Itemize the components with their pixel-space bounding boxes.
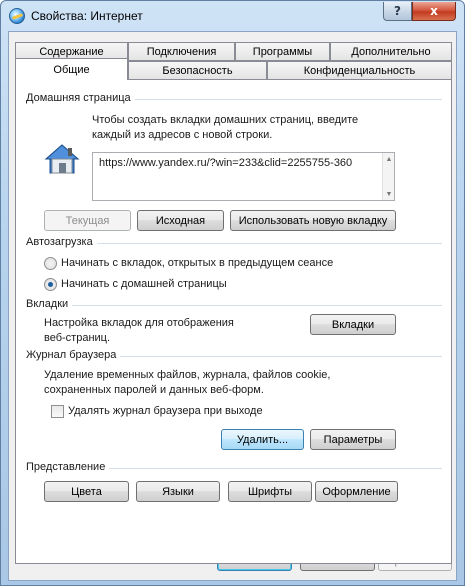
tab-general[interactable]: Общие: [15, 58, 128, 80]
scroll-up-icon[interactable]: ▲: [383, 153, 395, 165]
start-with-previous-tabs-label[interactable]: Начинать с вкладок, открытых в предыдуще…: [61, 256, 333, 271]
appearance-group-label: Представление: [26, 461, 110, 473]
home-group-label: Домашняя страница: [26, 92, 135, 104]
tabs-description-line1: Настройка вкладок для отображения: [44, 317, 234, 329]
tabs-group-label: Вкладки: [26, 298, 73, 310]
window-title: Свойства: Интернет: [31, 9, 143, 23]
startup-group-label: Автозагрузка: [26, 236, 97, 248]
tab-advanced[interactable]: Дополнительно: [330, 42, 452, 61]
history-description-line2: сохраненных паролей и данных веб-форм.: [44, 384, 264, 396]
fonts-button[interactable]: Шрифты: [228, 481, 312, 502]
tabs-group-divider: [26, 305, 442, 306]
url-scrollbar[interactable]: ▲ ▼: [382, 153, 394, 200]
colors-button[interactable]: Цвета: [44, 481, 129, 502]
home-description-line1: Чтобы создать вкладки домашних страниц, …: [92, 114, 359, 126]
languages-button[interactable]: Языки: [136, 481, 220, 502]
dialog-client-area: Содержание Подключения Программы Дополни…: [8, 31, 457, 581]
delete-history-on-exit-checkbox[interactable]: [51, 405, 64, 418]
internet-explorer-icon: [9, 8, 25, 24]
start-with-home-page-label[interactable]: Начинать с домашней страницы: [61, 277, 227, 292]
delete-history-button[interactable]: Удалить...: [221, 429, 304, 450]
help-button[interactable]: ?: [383, 2, 412, 21]
start-with-home-page-radio[interactable]: [44, 278, 57, 291]
start-with-previous-tabs-radio[interactable]: [44, 257, 57, 270]
tabs-settings-button[interactable]: Вкладки: [310, 314, 396, 335]
accessibility-button[interactable]: Оформление: [315, 481, 398, 502]
history-settings-button[interactable]: Параметры: [310, 429, 396, 450]
internet-properties-window: Свойства: Интернет ? x Содержание Подклю…: [0, 0, 465, 586]
tab-privacy[interactable]: Конфиденциальность: [267, 61, 452, 80]
history-group-label: Журнал браузера: [26, 349, 121, 361]
delete-history-on-exit-label[interactable]: Удалять журнал браузера при выходе: [68, 404, 263, 419]
title-bar[interactable]: Свойства: Интернет ? x: [1, 1, 464, 31]
use-current-button[interactable]: Текущая: [44, 210, 131, 231]
use-default-button[interactable]: Исходная: [137, 210, 224, 231]
tab-programs[interactable]: Программы: [235, 42, 330, 61]
home-page-url-textarea[interactable]: https://www.yandex.ru/?win=233&clid=2255…: [92, 152, 395, 201]
house-icon: [44, 144, 80, 174]
scroll-down-icon[interactable]: ▼: [383, 188, 395, 200]
close-button[interactable]: x: [412, 2, 456, 21]
home-page-url-value: https://www.yandex.ru/?win=233&clid=2255…: [99, 157, 353, 169]
general-tab-panel: Домашняя страница Чтобы создать вкладки …: [15, 79, 452, 564]
use-new-tab-button[interactable]: Использовать новую вкладку: [230, 210, 396, 231]
tabs-description-line2: веб-страниц.: [44, 332, 111, 344]
tab-security[interactable]: Безопасность: [128, 61, 267, 80]
history-description-line1: Удаление временных файлов, журнала, файл…: [44, 369, 331, 381]
tab-connections[interactable]: Подключения: [128, 42, 235, 61]
home-description-line2: каждый из адресов с новой строки.: [92, 129, 273, 141]
